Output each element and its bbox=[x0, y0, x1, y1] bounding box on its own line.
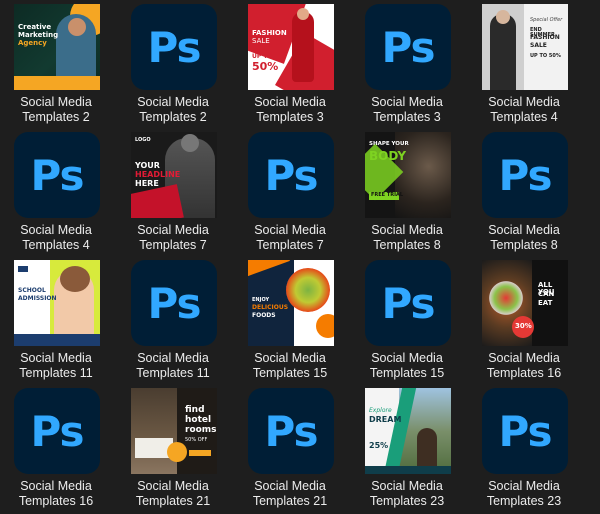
thumbnail-school: SCHOOL ADMISSION bbox=[14, 260, 100, 346]
thumbnail-marketing: Creative Marketing Agency bbox=[14, 4, 100, 90]
file-name: Social Media Templates 23 bbox=[369, 479, 445, 508]
thumbnail-gym-green: SHAPE YOUR BODY FREE TRIAL bbox=[365, 132, 451, 218]
photoshop-icon: Ps bbox=[131, 260, 217, 346]
file-name: Social Media Templates 16 bbox=[18, 479, 94, 508]
thumb-text: 25% bbox=[369, 441, 389, 450]
file-tile[interactable]: Ps Social Media Templates 15 bbox=[351, 256, 463, 384]
file-name: Social Media Templates 4 bbox=[488, 95, 560, 124]
photoshop-icon: Ps bbox=[248, 388, 334, 474]
file-tile[interactable]: SHAPE YOUR BODY FREE TRIAL Social Media T… bbox=[351, 128, 463, 256]
file-name: Social Media Templates 7 bbox=[254, 223, 326, 252]
photoshop-icon: Ps bbox=[365, 260, 451, 346]
thumb-text: ADMISSION bbox=[18, 295, 57, 302]
thumb-text: Explore bbox=[369, 407, 392, 414]
file-name: Social Media Templates 11 bbox=[136, 351, 210, 380]
thumb-text: SALE bbox=[252, 37, 270, 45]
thumb-text: 50% OFF bbox=[185, 437, 208, 443]
file-name: Social Media Templates 8 bbox=[488, 223, 560, 252]
thumb-text: Special Offer bbox=[530, 17, 563, 23]
thumb-text: DREAM bbox=[369, 415, 402, 424]
file-tile[interactable]: ENJOY DELICIOUS FOODS Social Media Templa… bbox=[234, 256, 346, 384]
file-name: Social Media Templates 21 bbox=[252, 479, 328, 508]
thumb-text: CAN bbox=[538, 290, 555, 298]
file-name: Social Media Templates 23 bbox=[486, 479, 562, 508]
file-tile[interactable]: Special Offer END SUMMER FASHION SALE UP… bbox=[468, 0, 580, 128]
photoshop-icon: Ps bbox=[482, 388, 568, 474]
thumb-text: 30% bbox=[515, 322, 532, 330]
thumb-text: SALE bbox=[530, 42, 547, 49]
file-name: Social Media Templates 8 bbox=[371, 223, 443, 252]
thumb-text: SCHOOL bbox=[18, 287, 46, 294]
photoshop-icon: Ps bbox=[14, 388, 100, 474]
thumb-text: rooms bbox=[185, 425, 217, 435]
file-name: Social Media Templates 3 bbox=[254, 95, 326, 124]
file-grid: Creative Marketing Agency Social Media Te… bbox=[0, 0, 600, 514]
photoshop-icon: Ps bbox=[14, 132, 100, 218]
thumbnail-fashion-red: FASHION SALE UP TO 50% bbox=[248, 4, 334, 90]
thumbnail-fashion-gray: Special Offer END SUMMER FASHION SALE UP… bbox=[482, 4, 568, 90]
file-tile[interactable]: Explore DREAM 25% Social Media Templates … bbox=[351, 384, 463, 512]
file-name: Social Media Templates 2 bbox=[20, 95, 92, 124]
file-name: Social Media Templates 7 bbox=[137, 223, 209, 252]
file-tile[interactable]: Ps Social Media Templates 8 bbox=[468, 128, 580, 256]
thumbnail-food-dark: 30% ALL YOU CAN EAT bbox=[482, 260, 568, 346]
file-name: Social Media Templates 15 bbox=[369, 351, 445, 380]
file-tile[interactable]: Ps Social Media Templates 11 bbox=[117, 256, 229, 384]
file-tile[interactable]: Ps Social Media Templates 16 bbox=[0, 384, 112, 512]
thumb-text: LOGO bbox=[135, 137, 151, 143]
file-tile[interactable]: LOGO YOUR HEADLINE HERE Social Media Temp… bbox=[117, 128, 229, 256]
thumb-text: SHAPE YOUR bbox=[369, 141, 409, 147]
photoshop-icon: Ps bbox=[365, 4, 451, 90]
file-tile[interactable]: Ps Social Media Templates 4 bbox=[0, 128, 112, 256]
thumb-text: EAT bbox=[538, 299, 553, 307]
file-tile[interactable]: Ps Social Media Templates 23 bbox=[468, 384, 580, 512]
file-name: Social Media Templates 21 bbox=[135, 479, 211, 508]
file-name: Social Media Templates 11 bbox=[19, 351, 93, 380]
file-tile[interactable]: Ps Social Media Templates 7 bbox=[234, 128, 346, 256]
file-tile[interactable]: Ps Social Media Templates 2 bbox=[117, 0, 229, 128]
thumb-text: HERE bbox=[135, 179, 159, 188]
thumb-text: BODY bbox=[369, 149, 407, 163]
file-name: Social Media Templates 15 bbox=[252, 351, 328, 380]
photoshop-icon: Ps bbox=[482, 132, 568, 218]
thumb-text: 50% bbox=[252, 60, 279, 73]
file-tile[interactable]: SCHOOL ADMISSION Social Media Templates 1… bbox=[0, 256, 112, 384]
thumb-text: ENJOY bbox=[252, 297, 270, 303]
thumb-text: DELICIOUS bbox=[252, 304, 289, 311]
file-tile[interactable]: FASHION SALE UP TO 50% Social Media Templ… bbox=[234, 0, 346, 128]
file-tile[interactable]: find hotel rooms 50% OFF Social Media Tem… bbox=[117, 384, 229, 512]
file-tile[interactable]: Creative Marketing Agency Social Media Te… bbox=[0, 0, 112, 128]
file-name: Social Media Templates 2 bbox=[137, 95, 209, 124]
thumb-text: UP TO 50% bbox=[530, 53, 561, 59]
thumbnail-travel: Explore DREAM 25% bbox=[365, 388, 451, 474]
thumb-text: FASHION bbox=[530, 34, 560, 41]
file-tile[interactable]: 30% ALL YOU CAN EAT Social Media Template… bbox=[468, 256, 580, 384]
file-name: Social Media Templates 16 bbox=[486, 351, 562, 380]
thumbnail-hotel: find hotel rooms 50% OFF bbox=[131, 388, 217, 474]
file-name: Social Media Templates 3 bbox=[371, 95, 443, 124]
file-tile[interactable]: Ps Social Media Templates 21 bbox=[234, 384, 346, 512]
thumb-text: FOODS bbox=[252, 312, 276, 319]
file-tile[interactable]: Ps Social Media Templates 3 bbox=[351, 0, 463, 128]
thumb-text: FREE TRIAL bbox=[371, 192, 404, 198]
thumbnail-fitness-red: LOGO YOUR HEADLINE HERE bbox=[131, 132, 217, 218]
photoshop-icon: Ps bbox=[248, 132, 334, 218]
photoshop-icon: Ps bbox=[131, 4, 217, 90]
thumbnail-food-orange: ENJOY DELICIOUS FOODS bbox=[248, 260, 334, 346]
file-name: Social Media Templates 4 bbox=[20, 223, 92, 252]
thumb-text: Agency bbox=[18, 39, 47, 47]
